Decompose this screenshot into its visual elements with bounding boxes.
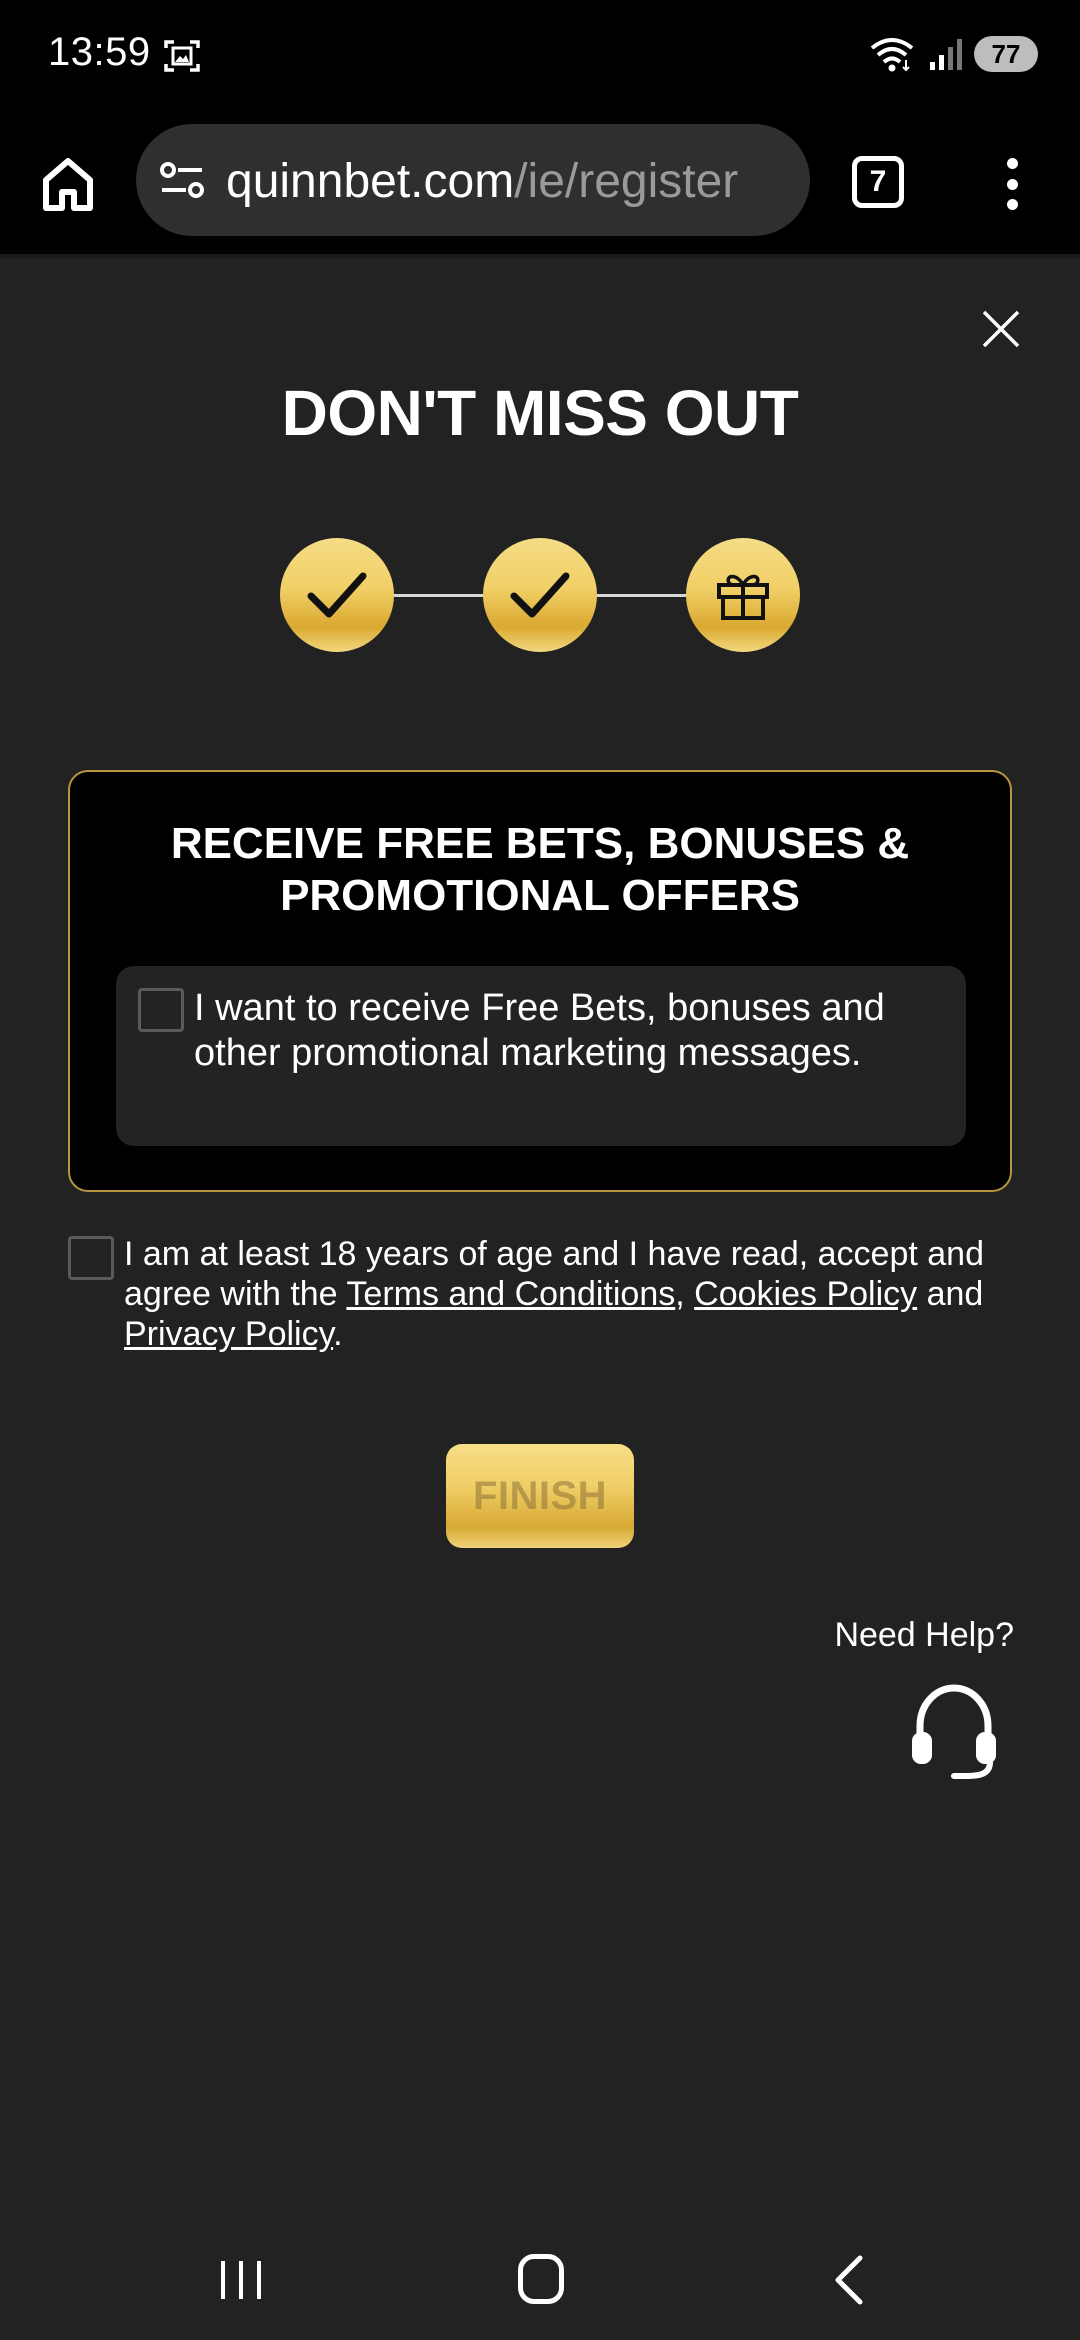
gift-icon [717, 574, 769, 620]
terms-and-conditions-link[interactable]: Terms and Conditions [346, 1275, 675, 1313]
cookies-policy-link[interactable]: Cookies Policy [694, 1275, 917, 1313]
promo-opt-in-box: RECEIVE FREE BETS, BONUSES & PROMOTIONAL… [68, 770, 1012, 1192]
step-2-complete [483, 538, 597, 652]
back-icon[interactable] [830, 2254, 866, 2306]
promo-option[interactable]: I want to receive Free Bets, bonuses and… [116, 966, 966, 1146]
progress-steps [280, 538, 800, 652]
browser-toolbar: quinnbet.com/ie/register 7 [0, 112, 1080, 258]
terms-and-text: and [917, 1275, 984, 1313]
url-path: /ie/register [514, 155, 739, 208]
close-icon[interactable] [978, 306, 1024, 352]
page-title: DON'T MISS OUT [281, 377, 799, 449]
terms-checkbox[interactable] [68, 1236, 114, 1280]
terms-end: . [333, 1315, 343, 1353]
more-vert-icon[interactable] [996, 152, 1028, 216]
url-text[interactable]: quinnbet.com/ie/register [226, 154, 738, 209]
promo-title: RECEIVE FREE BETS, BONUSES & PROMOTIONAL… [70, 818, 1010, 922]
check-icon [307, 572, 367, 618]
wifi-icon [870, 38, 914, 72]
headset-icon[interactable] [906, 1680, 1002, 1782]
terms-separator: , [675, 1275, 695, 1313]
step-3-current [686, 538, 800, 652]
signal-icon [930, 39, 962, 70]
terms-label: I am at least 18 years of age and I have… [124, 1234, 1004, 1354]
battery-indicator: 77 [974, 36, 1038, 72]
promo-option-label[interactable]: I want to receive Free Bets, bonuses and… [194, 986, 954, 1076]
status-bar: 13:59 77 [0, 0, 1080, 112]
tune-icon[interactable] [158, 158, 206, 202]
tab-switcher-button[interactable]: 7 [852, 156, 904, 208]
progress-connector [596, 594, 688, 597]
step-1-complete [280, 538, 394, 652]
home-icon[interactable] [36, 152, 100, 216]
nav-home-icon[interactable] [518, 2254, 564, 2304]
system-nav-bar [0, 2200, 1080, 2340]
progress-connector [392, 594, 484, 597]
screenshot-icon [164, 40, 200, 72]
promo-checkbox[interactable] [138, 988, 184, 1032]
url-domain: quinnbet.com [226, 155, 515, 208]
privacy-policy-link[interactable]: Privacy Policy [124, 1315, 333, 1353]
check-icon [510, 572, 570, 618]
finish-button[interactable]: FINISH [446, 1444, 634, 1548]
promo-title-line-1: RECEIVE FREE BETS, BONUSES & [170, 819, 910, 868]
recents-icon[interactable] [218, 2258, 264, 2302]
promo-title-line-2: PROMOTIONAL OFFERS [280, 871, 800, 920]
need-help-link[interactable]: Need Help? [800, 1616, 1014, 1655]
status-time: 13:59 [48, 30, 151, 74]
url-bar[interactable]: quinnbet.com/ie/register [136, 124, 810, 236]
